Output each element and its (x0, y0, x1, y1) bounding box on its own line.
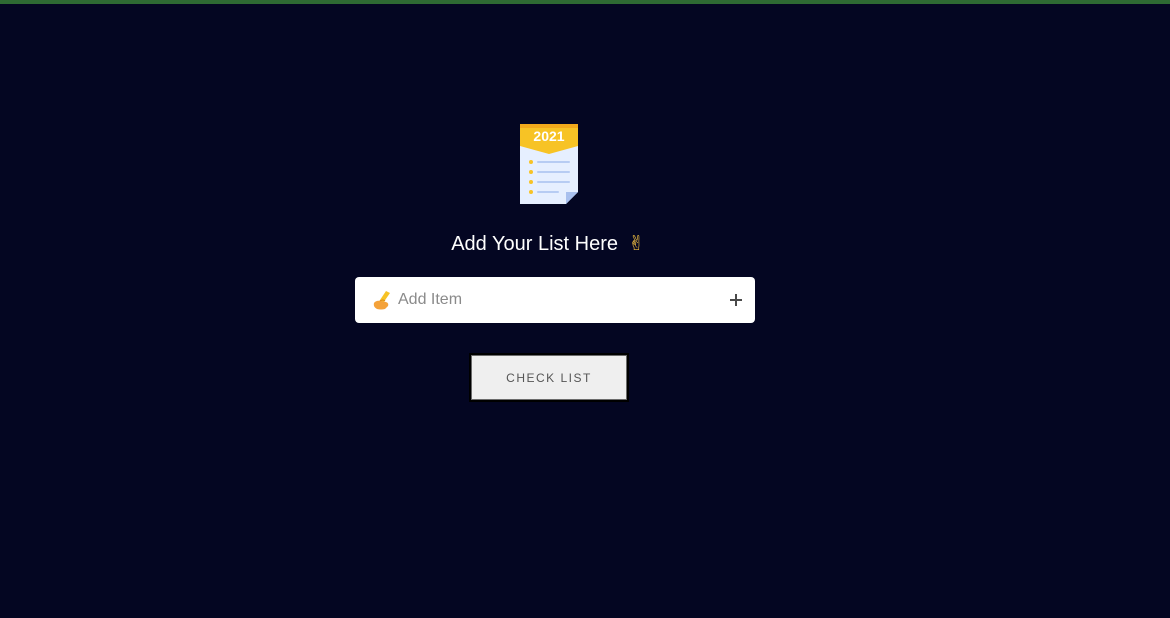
top-accent-bar (0, 0, 1170, 4)
page-title: Add Your List Here ✌ (0, 229, 1096, 259)
add-item-input[interactable] (398, 277, 718, 323)
plus-icon[interactable] (728, 292, 744, 308)
writing-hand-icon (372, 289, 394, 311)
checklist-logo-icon: 2021 (520, 124, 578, 204)
check-list-button[interactable]: CHECK LIST (469, 353, 629, 402)
page-title-text: Add Your List Here (451, 233, 618, 255)
victory-hand-icon: ✌ (628, 233, 645, 255)
add-item-container (355, 277, 755, 323)
logo-year-text: 2021 (533, 128, 564, 144)
